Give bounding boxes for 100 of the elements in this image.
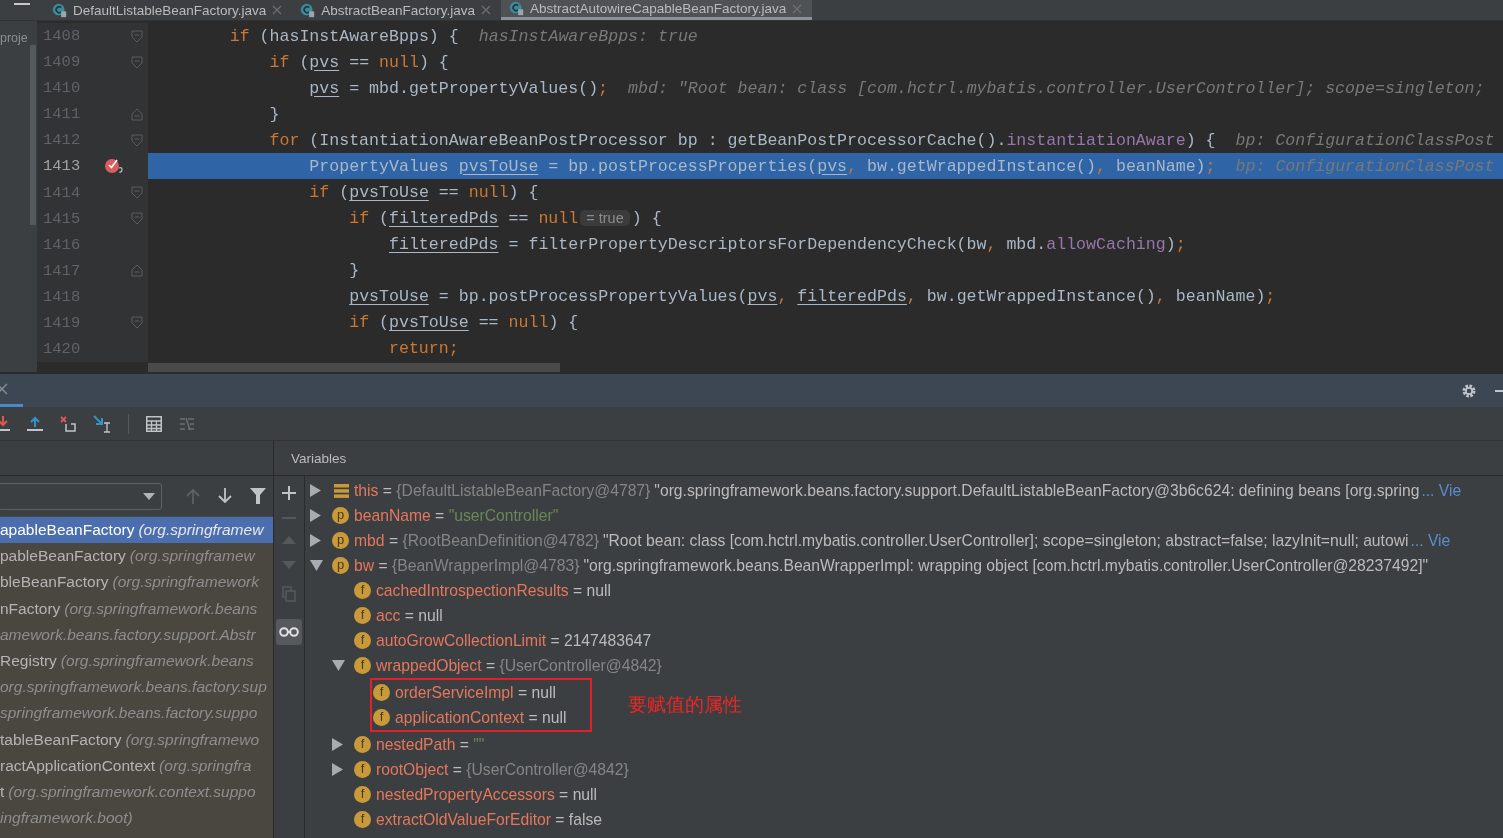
breakpoint-icon[interactable] — [104, 157, 125, 176]
variable-entry[interactable]: nestedPropertyAccessors = null — [376, 785, 598, 804]
collapse-arrow[interactable] — [310, 560, 323, 571]
stack-frame[interactable]: ingframework.boot) — [0, 805, 273, 832]
stack-frame[interactable]: springframework.beans.factory.suppo — [0, 700, 273, 727]
variable-entry[interactable]: wrappedObject = {UserController@4842} — [376, 656, 666, 675]
code-line: } — [269, 104, 280, 124]
collapse-arrow[interactable] — [332, 660, 345, 671]
glasses-icon — [279, 627, 299, 637]
variable-entry[interactable]: cachedIntrospectionResults = null — [376, 581, 612, 600]
stack-frame[interactable]: bleBeanFactory (org.springframework — [0, 569, 273, 596]
fold-marker-icon[interactable] — [130, 55, 143, 69]
expand-arrow[interactable] — [310, 534, 321, 547]
inline-hint: bp: ConfigurationClassPost — [1235, 156, 1495, 176]
step-into-icon[interactable] — [0, 414, 10, 433]
variable-entry[interactable]: beanName = "userController" — [354, 506, 559, 525]
inline-hint: mbd: "Root bean: class [com.hctrl.mybatis.controller.UserController]; scope=singleton; — [628, 78, 1485, 98]
fold-marker-icon[interactable] — [130, 264, 143, 278]
class-file-icon — [52, 2, 67, 18]
member-icon: f — [373, 709, 390, 726]
stack-frame[interactable]: Registry (org.springframework.beans — [0, 647, 273, 675]
variable-entry[interactable]: autoGrowCollectionLimit = 2147483647 — [376, 631, 652, 650]
member-icon: p — [332, 532, 349, 549]
annotation-note: 要赋值的属性 — [628, 692, 742, 717]
code-line: PropertyValues pvsToUse = bp.postProcessProperties(pvs, bw.getWrappedInstance(), beanName); — [309, 156, 1216, 176]
hide-icon[interactable] — [14, 3, 30, 7]
variable-entry[interactable]: mbd = {RootBeanDefinition@4782} "Root bean: class [com.hctrl.mybatis.controller.UserController]; scope=singleton; abstract=false; lazyInit=null; autowi — [354, 531, 1409, 550]
variable-entry[interactable]: nestedPath = "" — [376, 735, 485, 754]
fold-marker-icon[interactable] — [130, 133, 143, 147]
object-icon — [334, 483, 349, 498]
editor-tab[interactable]: AbstractBeanFactory.java — [292, 0, 501, 20]
code-line: if (pvsToUse == null) { — [349, 313, 579, 333]
code-line: for (InstantiationAwareBeanPostProcessor bp : getBeanPostProcessorCache().instantiationAware) { — [269, 130, 1216, 150]
variable-entry[interactable]: acc = null — [376, 606, 443, 625]
code-line: if (pvsToUse == null) { — [309, 183, 539, 202]
expand-arrow[interactable] — [332, 763, 343, 776]
view-link[interactable]: ... Vie — [1410, 531, 1451, 550]
watches-toggle[interactable] — [276, 619, 302, 645]
stack-frame[interactable]: nFactory (org.springframework.beans — [0, 595, 273, 622]
fold-marker-icon[interactable] — [130, 29, 143, 43]
member-icon: f — [354, 657, 371, 674]
caret-icon — [143, 492, 155, 500]
member-icon: f — [354, 811, 371, 828]
class-file-icon — [508, 1, 524, 16]
inline-hint: bp: ConfigurationClassPost — [1235, 130, 1495, 150]
variable-entry[interactable]: applicationContext = null — [395, 708, 567, 727]
stack-frame[interactable]: org.springframework.beans.factory.sup — [0, 674, 273, 701]
member-icon: f — [354, 736, 371, 753]
code-line: pvs = mbd.getPropertyValues(); — [309, 78, 609, 98]
expand-arrow[interactable] — [310, 484, 321, 497]
stack-frame[interactable]: pableBeanFactory (org.springframew — [0, 543, 273, 570]
member-icon: p — [332, 507, 349, 524]
code-line: if (filteredPds == null = true ) { — [349, 209, 662, 229]
stack-frame[interactable]: apableBeanFactory (org.springframew — [0, 517, 273, 544]
expand-arrow[interactable] — [332, 738, 343, 751]
stack-frame[interactable]: amework.beans.factory.support.Abstr — [0, 621, 273, 648]
calculator-icon[interactable] — [146, 415, 162, 432]
scrollbar-thumb[interactable] — [148, 363, 560, 372]
code-line: if (hasInstAwareBpps) { — [229, 26, 459, 46]
member-icon: f — [354, 582, 371, 599]
stack-frame[interactable]: ractApplicationContext (org.springfra — [0, 752, 273, 779]
stack-frame[interactable]: tableBeanFactory (org.springframewo — [0, 726, 273, 753]
settings-icon[interactable] — [1461, 382, 1477, 399]
variable-entry[interactable]: orderServiceImpl = null — [395, 683, 556, 702]
member-icon: f — [373, 684, 390, 701]
drop-frame-icon[interactable] — [60, 415, 76, 432]
fold-marker-icon[interactable] — [130, 212, 143, 226]
member-icon: p — [332, 557, 349, 574]
member-icon: f — [354, 632, 371, 649]
code-line: return; — [389, 339, 459, 359]
inline-hint: hasInstAwareBpps: true — [478, 26, 698, 46]
stack-frame[interactable]: t (org.springframework.context.suppo — [0, 778, 273, 806]
expand-arrow[interactable] — [310, 509, 321, 522]
member-icon: f — [354, 786, 371, 803]
editor-tab[interactable]: AbstractAutowireCapableBeanFactory.java — [500, 0, 813, 20]
variable-entry[interactable]: extractOldValueForEditor = false — [376, 810, 602, 829]
variable-entry[interactable]: rootObject = {UserController@4842} — [376, 760, 633, 779]
fold-marker-icon[interactable] — [130, 316, 143, 330]
class-file-icon — [300, 2, 316, 18]
line-number: 1413 — [42, 157, 82, 176]
view-link[interactable]: ... Vie — [1421, 481, 1462, 500]
fold-marker-icon[interactable] — [130, 107, 143, 121]
member-icon: f — [354, 761, 371, 778]
panel-title: Variables — [291, 450, 347, 466]
code-line: if (pvs == null) { — [269, 52, 449, 72]
variable-entry[interactable]: bw = {BeanWrapperImpl@4783} "org.springframework.beans.BeanWrapperImpl: wrapping object [com.hctrl.mybatis.controller.UserController@28237492]" — [354, 556, 1429, 575]
code-line: filteredPds = filterPropertyDescriptorsForDependencyCheck(bw, mbd.allowCaching); — [389, 235, 1186, 255]
minimize-icon[interactable] — [1495, 389, 1503, 392]
editor-tab[interactable]: DefaultListableBeanFactory.java — [44, 0, 293, 20]
down-arrow-icon[interactable] — [218, 488, 232, 504]
add-icon[interactable] — [282, 486, 296, 500]
variable-entry[interactable]: this = {DefaultListableBeanFactory@4787} "org.springframework.beans.factory.support.DefaultListableBeanFactory@3b6c624: defining beans [org.spring — [354, 481, 1420, 500]
run-to-cursor-icon[interactable] — [93, 414, 111, 433]
step-out-icon[interactable] — [27, 414, 43, 433]
filter-icon[interactable] — [250, 488, 266, 504]
fold-marker-icon[interactable] — [130, 186, 143, 199]
code-line: } — [349, 261, 360, 281]
member-icon: f — [354, 607, 371, 624]
code-line: pvsToUse = bp.postProcessPropertyValues(pvs, filteredPds, bw.getWrappedInstance(), beanName); — [349, 287, 1276, 307]
project-panel-label[interactable]: proje — [0, 21, 37, 45]
